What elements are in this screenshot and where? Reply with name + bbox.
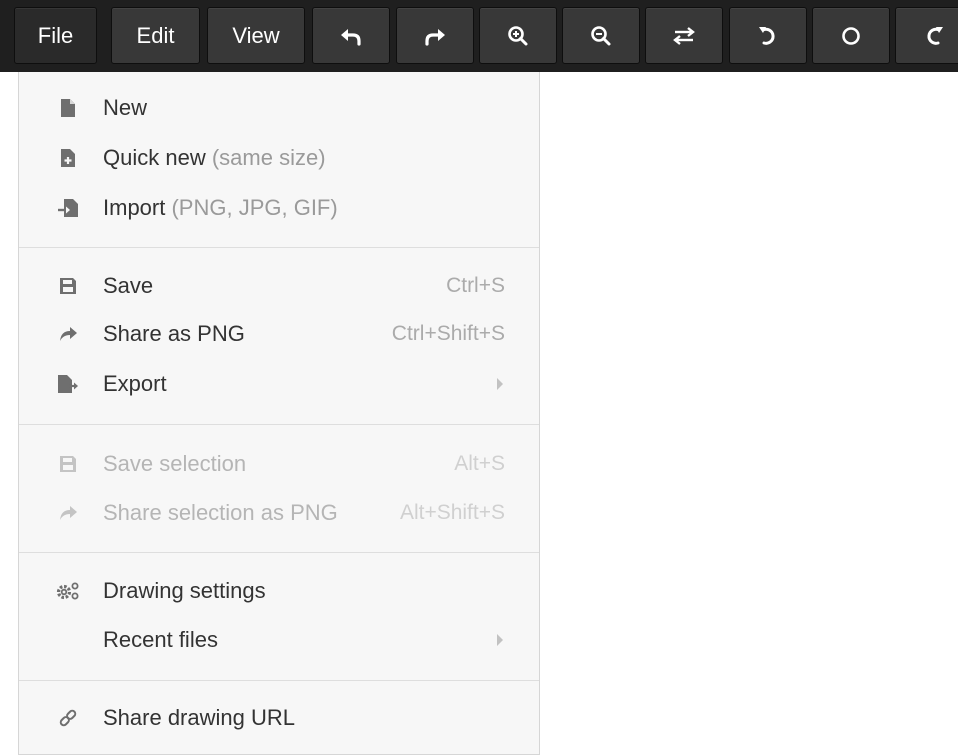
menu-item-new-label: New	[103, 95, 148, 120]
share-icon	[53, 319, 83, 349]
menu-item-share-png-shortcut: Ctrl+Shift+S	[391, 322, 505, 345]
submenu-arrow-icon	[497, 634, 503, 646]
rotate-left-icon	[759, 26, 775, 45]
menu-item-quick-new-label: Quick new	[103, 145, 206, 170]
undo-icon	[341, 28, 361, 46]
zoom-out-button[interactable]	[562, 7, 640, 64]
circle-icon	[842, 26, 860, 45]
menu-item-new[interactable]: New	[19, 84, 539, 132]
menu-divider	[19, 424, 539, 425]
zoom-in-icon	[508, 25, 528, 45]
file-menu-label: File	[37, 22, 74, 48]
zoom-in-button[interactable]	[479, 7, 557, 64]
rotate-right-button[interactable]	[895, 7, 958, 64]
submenu-arrow-icon	[497, 378, 503, 390]
menu-item-save-selection-label: Save selection	[103, 451, 247, 476]
menu-item-save-label: Save	[103, 273, 154, 298]
file-export-icon	[53, 369, 83, 399]
reset-rotation-button[interactable]	[812, 7, 890, 64]
save-icon	[53, 271, 83, 301]
menu-item-drawing-settings[interactable]: Drawing settings	[19, 567, 539, 615]
menu-item-export[interactable]: Export	[19, 360, 539, 408]
redo-icon	[425, 28, 445, 46]
menu-item-share-selection-label: Share selection as PNG	[103, 500, 338, 525]
menu-item-export-label: Export	[103, 371, 167, 396]
menu-item-save[interactable]: Save Ctrl+S	[19, 262, 539, 310]
menu-item-share-png[interactable]: Share as PNG Ctrl+Shift+S	[19, 310, 539, 358]
menu-item-recent-files-label: Recent files	[103, 627, 218, 652]
menu-divider	[19, 552, 539, 553]
menu-item-share-selection[interactable]: Share selection as PNG Alt+Shift+S	[19, 489, 539, 537]
rotate-left-button[interactable]	[729, 7, 807, 64]
save-icon	[53, 449, 83, 479]
menu-item-share-url[interactable]: Share drawing URL	[19, 694, 539, 742]
link-icon	[53, 703, 83, 733]
redo-button[interactable]	[396, 7, 474, 64]
menu-item-import[interactable]: Import (PNG, JPG, GIF)	[19, 184, 539, 232]
menu-item-quick-new[interactable]: Quick new (same size)	[19, 134, 539, 182]
menu-item-import-label: Import	[103, 195, 166, 220]
file-menu-button[interactable]: File	[14, 7, 97, 64]
file-menu-dropdown: New Quick new (same size) Import (PNG, J…	[18, 72, 540, 755]
menu-item-share-png-label: Share as PNG	[103, 321, 245, 346]
view-menu-button[interactable]: View	[207, 7, 305, 64]
menu-divider	[19, 680, 539, 681]
zoom-out-icon	[591, 25, 611, 45]
menu-item-recent-files[interactable]: Recent files	[19, 616, 539, 664]
share-icon	[53, 498, 83, 528]
swap-button[interactable]	[645, 7, 723, 64]
undo-button[interactable]	[312, 7, 390, 64]
file-icon	[53, 93, 83, 123]
menu-item-quick-new-hint: (same size)	[205, 145, 326, 170]
toolbar: File Edit View	[0, 0, 958, 72]
file-import-icon	[53, 193, 83, 223]
edit-menu-label: Edit	[136, 22, 175, 48]
view-menu-label: View	[232, 22, 280, 48]
menu-item-drawing-settings-label: Drawing settings	[103, 578, 266, 603]
menu-item-save-selection[interactable]: Save selection Alt+S	[19, 440, 539, 488]
menu-item-share-url-label: Share drawing URL	[103, 705, 295, 730]
rotate-right-icon	[927, 26, 943, 45]
edit-menu-button[interactable]: Edit	[111, 7, 200, 64]
gears-icon	[53, 576, 83, 606]
file-plus-icon	[53, 143, 83, 173]
menu-item-share-selection-shortcut: Alt+Shift+S	[399, 501, 505, 524]
menu-item-import-hint: (PNG, JPG, GIF)	[165, 195, 338, 220]
menu-item-save-shortcut: Ctrl+S	[446, 274, 505, 297]
menu-item-save-selection-shortcut: Alt+S	[454, 452, 505, 475]
swap-arrows-icon	[673, 26, 695, 45]
menu-divider	[19, 247, 539, 248]
